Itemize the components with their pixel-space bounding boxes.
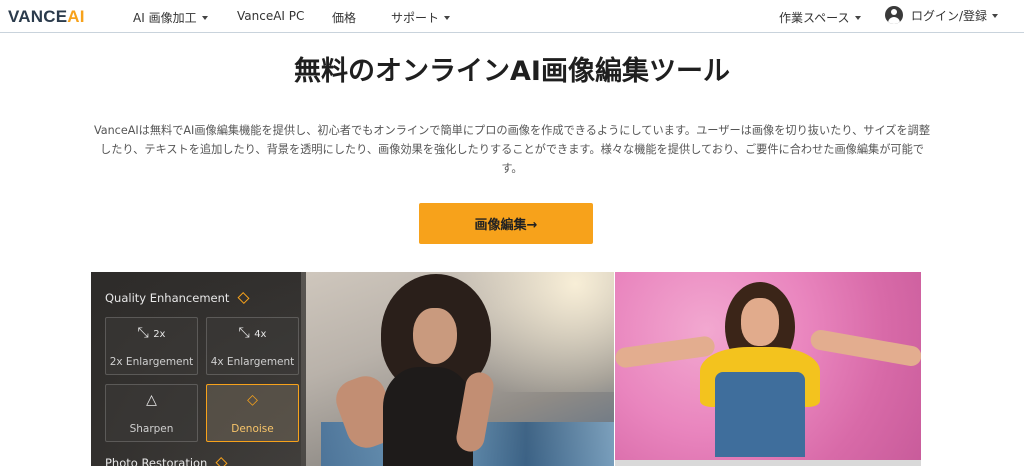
panel-title-label: Quality Enhancement	[105, 291, 230, 305]
tool-2x-icon-text: 2x	[153, 329, 166, 340]
nav-pricing[interactable]: 価格	[332, 9, 356, 26]
logo-accent-text: AI	[67, 7, 85, 26]
nav-support[interactable]: サポート	[391, 9, 451, 26]
logo-main-text: VANCE	[8, 7, 68, 26]
nav-pricing-label: 価格	[332, 11, 357, 25]
demo-photo-arm-right	[809, 328, 921, 368]
chevron-down-icon	[201, 16, 208, 20]
tool-denoise[interactable]: ◇ Denoise	[206, 384, 299, 442]
tool-label: Denoise	[231, 423, 274, 435]
hero-description-line: VanceAIは無料でAI画像編集機能を提供し、初心者でもオンラインで簡単にプロ…	[93, 124, 931, 137]
showcase-enhancement-demo: Quality Enhancement ⤡ 2x 2x Enlargement …	[91, 272, 614, 466]
nav-account[interactable]: ログイン/登録	[885, 6, 999, 24]
demo-photo-overalls	[715, 372, 805, 457]
nav-support-label: サポート	[391, 11, 440, 25]
demo-photo-arm-left	[615, 335, 716, 369]
chevron-down-icon	[444, 16, 451, 20]
chevron-down-icon	[992, 13, 999, 18]
tool-sharpen[interactable]: △ Sharpen	[105, 384, 198, 442]
tool-panel: Quality Enhancement ⤡ 2x 2x Enlargement …	[91, 272, 306, 466]
section-photo-restoration-label: Photo Restoration	[105, 456, 208, 466]
edit-image-button[interactable]: 画像編集→	[419, 203, 593, 244]
hero-description-line: したり、テキストを追加したり、背景を透明にしたり、画像効果を強化したりすることが…	[100, 143, 924, 156]
tool-label: 2x Enlargement	[109, 356, 194, 368]
hero-description: VanceAIは無料でAI画像編集機能を提供し、初心者でもオンラインで簡単にプロ…	[92, 121, 932, 178]
demo-photo-divider	[615, 460, 921, 466]
tool-label: Sharpen	[129, 423, 174, 435]
demo-photo-face	[741, 298, 779, 346]
nav-ai-image-editing-label: AI 画像加工	[133, 11, 197, 25]
expand-arrows-icon: ⤡ 2x	[137, 325, 166, 341]
tool-4x-icon-text: 4x	[254, 329, 267, 340]
hero-description-line: す。	[501, 162, 523, 175]
tool-2x-enlargement[interactable]: ⤡ 2x 2x Enlargement	[105, 317, 198, 375]
tool-label: 4x Enlargement	[210, 356, 295, 368]
tool-4x-enlargement[interactable]: ⤡ 4x 4x Enlargement	[206, 317, 299, 375]
chevron-down-icon	[854, 16, 861, 20]
vanceai-logo[interactable]: VANCEAI	[8, 7, 85, 27]
premium-diamond-icon	[215, 456, 228, 466]
showcase-background-demo	[614, 272, 921, 466]
page-title: 無料のオンラインAI画像編集ツール	[294, 56, 730, 87]
nav-account-label: ログイン/登録	[911, 8, 988, 23]
top-navigation-bar: VANCEAI AI 画像加工 VanceAI PC 価格 サポート 作業スペー…	[0, 0, 1024, 33]
user-circle-icon	[885, 6, 903, 24]
nav-ai-image-editing[interactable]: AI 画像加工	[133, 9, 208, 26]
premium-diamond-icon	[237, 291, 250, 305]
nav-workspace[interactable]: 作業スペース	[779, 9, 861, 26]
sharpen-triangle-icon: △	[146, 392, 157, 408]
nav-vanceai-pc-label: VanceAI PC	[237, 9, 305, 23]
eraser-icon: ◇	[247, 392, 258, 408]
nav-workspace-label: 作業スペース	[779, 11, 850, 25]
demo-photo-face	[413, 308, 457, 364]
nav-vanceai-pc[interactable]: VanceAI PC	[237, 9, 304, 23]
section-photo-restoration: Photo Restoration	[105, 456, 228, 466]
expand-arrows-icon: ⤡ 4x	[238, 325, 267, 341]
panel-title: Quality Enhancement	[105, 291, 250, 305]
